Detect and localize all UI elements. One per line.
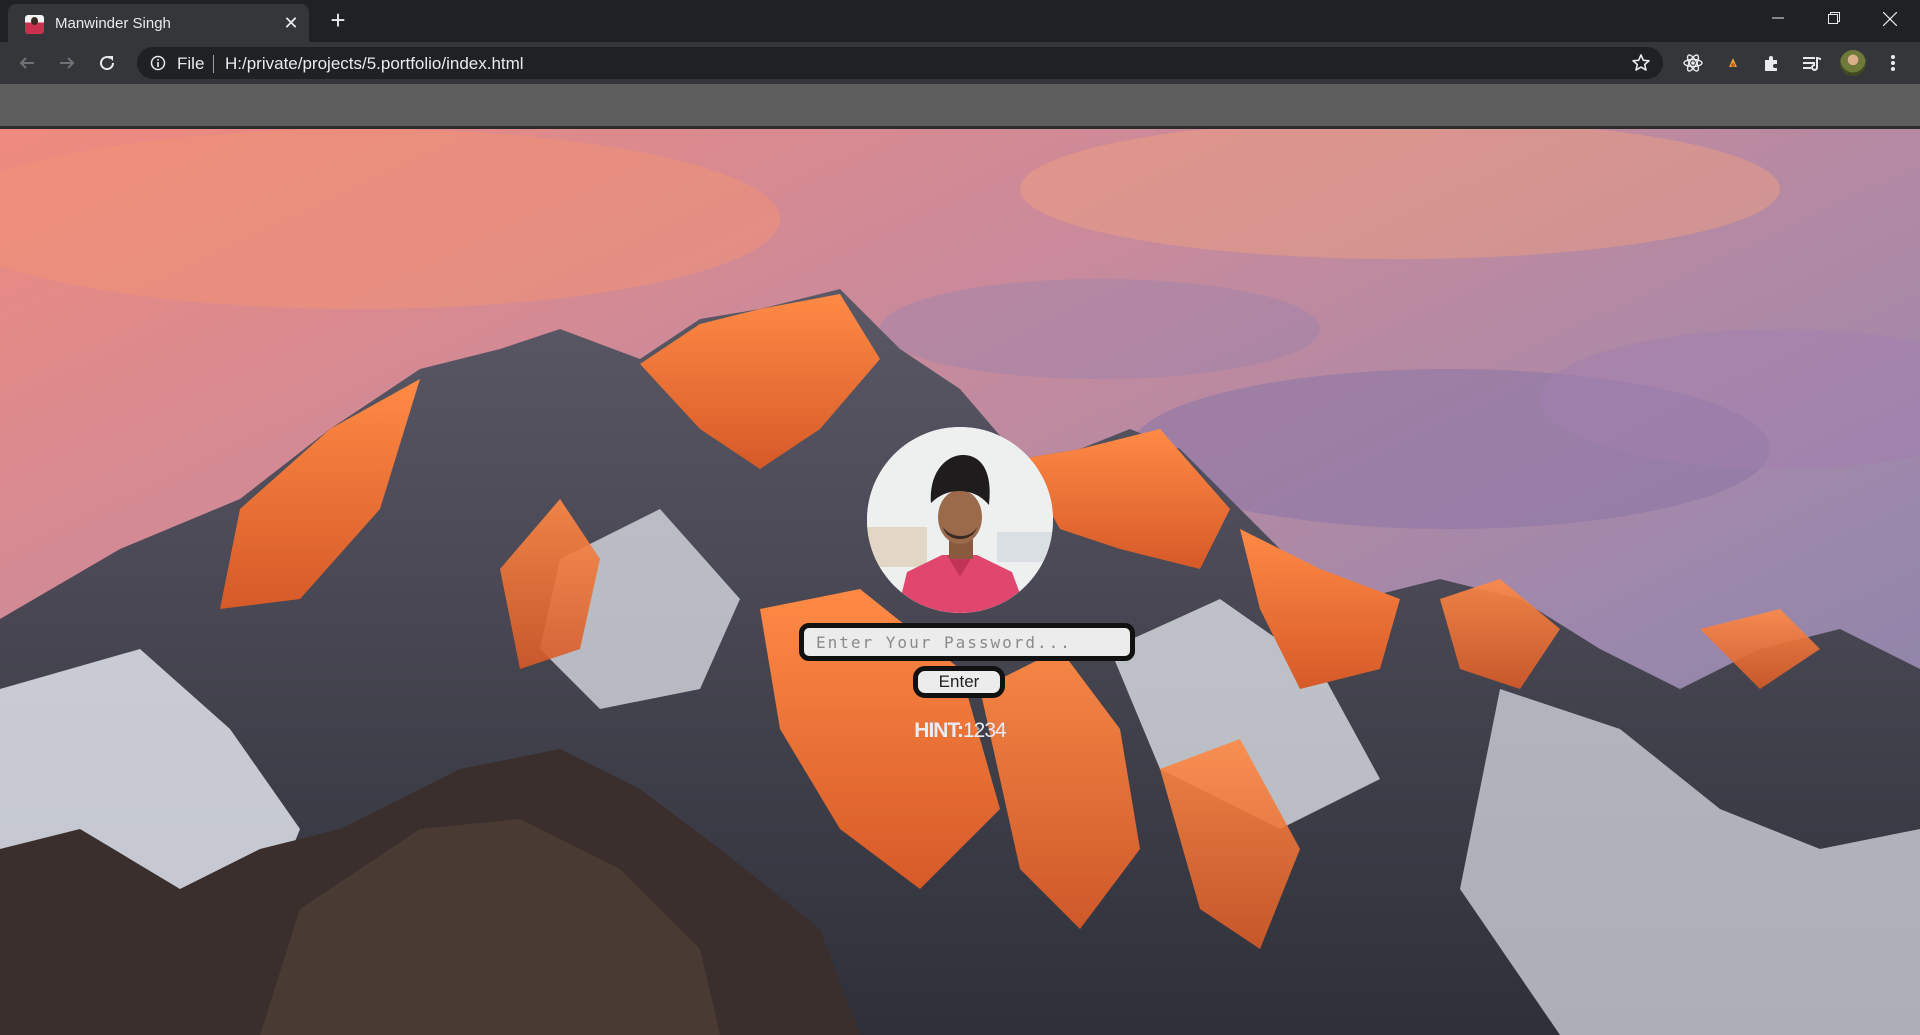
close-icon [1882, 11, 1898, 27]
minimize-button[interactable] [1750, 0, 1806, 38]
site-favicon-icon [25, 15, 44, 34]
bookmark-star-icon[interactable] [1631, 53, 1651, 78]
password-hint: HINT:1234 [880, 719, 1040, 743]
tab-strip: Manwinder Singh ✕ + [0, 0, 1920, 42]
forward-button[interactable] [54, 50, 80, 76]
ext-orange-icon[interactable] [1720, 50, 1746, 76]
restore-button[interactable] [1806, 0, 1862, 38]
url-text[interactable]: H:/private/projects/5.portfolio/index.ht… [225, 54, 524, 74]
tab-title: Manwinder Singh [55, 15, 171, 32]
extensions-puzzle-icon[interactable] [1759, 50, 1785, 76]
login-page: Enter HINT:1234 [0, 129, 1920, 1035]
media-queue-icon[interactable] [1799, 50, 1825, 76]
profile-avatar[interactable] [1840, 50, 1866, 76]
hint-value: 1234 [962, 719, 1007, 742]
page-top-bar [0, 84, 1920, 129]
info-icon[interactable] [150, 55, 166, 76]
back-arrow-icon [19, 57, 34, 69]
forward-arrow-icon [60, 57, 75, 69]
profile-photo [867, 427, 1053, 613]
enter-button[interactable]: Enter [913, 666, 1005, 698]
tab-close-icon[interactable]: ✕ [280, 12, 302, 34]
address-bar[interactable]: File H:/private/projects/5.portfolio/ind… [137, 47, 1663, 79]
url-scheme-label: File [177, 54, 205, 73]
minimize-icon [1772, 17, 1784, 19]
divider [213, 55, 214, 73]
menu-kebab-icon[interactable] [1880, 50, 1906, 76]
browser-tab[interactable]: Manwinder Singh ✕ [8, 4, 309, 42]
plus-icon: + [330, 5, 346, 35]
close-window-button[interactable] [1862, 0, 1918, 38]
back-button[interactable] [14, 50, 40, 76]
hint-label: HINT: [914, 719, 964, 742]
reload-icon [100, 56, 115, 71]
react-devtools-icon[interactable] [1680, 50, 1706, 76]
restore-icon [1828, 12, 1840, 24]
browser-toolbar: File H:/private/projects/5.portfolio/ind… [0, 42, 1920, 84]
password-input[interactable] [799, 623, 1135, 661]
reload-button[interactable] [94, 50, 120, 76]
new-tab-button[interactable]: + [325, 5, 351, 35]
